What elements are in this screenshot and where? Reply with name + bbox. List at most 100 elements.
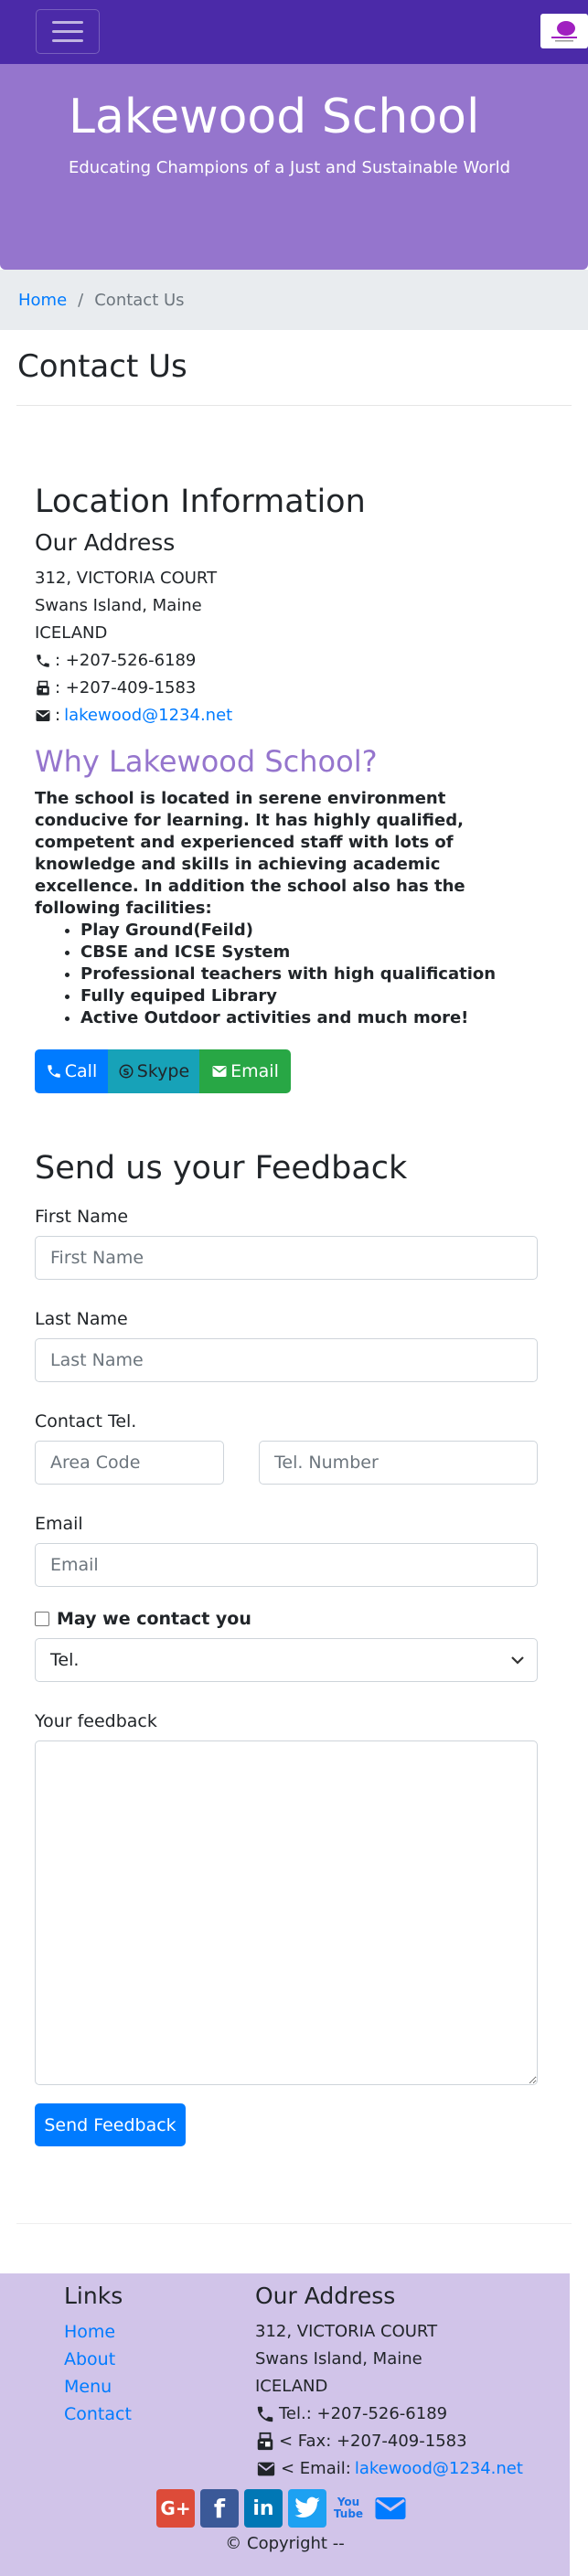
footer-email-link[interactable]: lakewood@1234.net [355,2455,523,2483]
first-name-input[interactable] [35,1236,538,1280]
footer-links-heading: Links [64,2283,123,2309]
footer-link-contact[interactable]: Contact [64,2400,132,2428]
area-code-input[interactable] [35,1441,224,1485]
phone-icon [37,655,49,667]
email-link[interactable]: lakewood@1234.net [64,702,232,729]
footer-fax-row: < Fax: +207-409-1583 [255,2428,523,2455]
why-description: The school is located in serene environm… [35,789,465,918]
footer-fax-text: < Fax: +207-409-1583 [279,2432,467,2451]
mail-icon[interactable] [370,2489,411,2528]
tel-number-input[interactable] [259,1441,538,1485]
contact-button-group: Call S Skype Email [35,1049,538,1093]
envelope-icon [257,2462,275,2476]
email-separator: : [55,706,61,725]
mail-envelope [375,2497,406,2519]
footer-link-list: Home About Menu Contact [64,2318,132,2428]
footer-tel-text: Tel.: +207-526-6189 [279,2404,448,2423]
tel-inputs [35,1441,538,1485]
email-label: Email [230,1061,279,1081]
feedback-label: Your feedback [35,1711,157,1731]
breadcrumb: Home / Contact Us [0,270,588,330]
footer-link-about[interactable]: About [64,2346,132,2373]
facilities-list: Play Ground(Feild) CBSE and ICSE System … [80,920,538,1029]
fax-icon [257,2432,273,2451]
contact-method-value: Tel. [50,1650,80,1670]
email-row: : lakewood@1234.net [35,702,538,729]
hamburger-icon[interactable] [36,9,100,54]
contact-checkbox[interactable] [35,1612,49,1626]
footer-link-menu[interactable]: Menu [64,2373,132,2400]
contact-checkbox-label: May we contact you [57,1609,251,1629]
facebook-label: f [213,2493,226,2524]
svg-text:S: S [123,1068,129,1078]
footer-address-heading: Our Address [255,2283,396,2309]
address-line-2: Swans Island, Maine [35,596,202,615]
page-title-block: Contact Us [0,330,588,385]
call-button[interactable]: Call [35,1049,108,1093]
google-plus-icon[interactable]: G+ [156,2489,195,2528]
facebook-icon[interactable]: f [200,2489,239,2528]
skype-label: Skype [136,1061,190,1081]
address-heading: Our Address [35,529,176,556]
last-name-label: Last Name [35,1309,128,1329]
footer-link-home[interactable]: Home [64,2318,132,2346]
skype-button[interactable]: S Skype [108,1049,199,1093]
list-item: Professional teachers with high qualific… [80,963,538,985]
social-links: G+ f in You Tube [156,2489,411,2528]
linkedin-icon[interactable]: in [244,2489,283,2528]
jumbotron: Lakewood School Educating Champions of a… [0,64,588,270]
contact-method-select[interactable]: Tel. [35,1638,538,1682]
email-button[interactable]: Email [199,1049,291,1093]
envelope-icon [212,1066,227,1077]
footer-address-line-3: ICELAND [255,2377,328,2396]
breadcrumb-current: Contact Us [94,290,185,310]
last-name-input[interactable] [35,1338,538,1382]
page-title: Contact Us [17,348,187,385]
email-input[interactable] [35,1543,538,1587]
send-feedback-button[interactable]: Send Feedback [35,2103,186,2146]
address-line-1: 312, VICTORIA COURT [35,569,218,588]
youtube-icon[interactable]: You Tube [332,2489,365,2528]
call-label: Call [64,1061,98,1081]
twitter-icon[interactable] [288,2489,326,2528]
footer-address-block: 312, VICTORIA COURT Swans Island, Maine … [255,2318,523,2483]
footer-address-line-2: Swans Island, Maine [255,2349,422,2368]
feedback-form: Send us your Feedback First Name Last Na… [0,1093,588,2146]
footer-links: Links Home About Menu Contact [64,2283,132,2428]
list-item: Fully equiped Library [80,985,538,1007]
tel-label: Contact Tel. [35,1411,137,1432]
navbar [0,0,588,64]
feedback-textarea[interactable] [35,1740,538,2085]
email-label: Email [35,1514,83,1534]
breadcrumb-home-link[interactable]: Home [18,291,67,310]
footer-email-row: < Email: lakewood@1234.net [255,2455,523,2483]
fax-row: : +207-409-1583 [35,675,538,702]
school-name: Lakewood School [69,90,480,144]
envelope-icon [36,710,50,721]
location-heading: Location Information [35,484,366,520]
why-section: Why Lakewood School? The school is locat… [35,744,538,1029]
twitter-bird [294,2496,320,2517]
address-block: 312, VICTORIA COURT Swans Island, Maine … [35,565,538,729]
footer-address: Our Address 312, VICTORIA COURT Swans Is… [255,2283,523,2483]
phone-text: : +207-526-6189 [55,651,197,670]
feedback-heading: Send us your Feedback [35,1150,408,1187]
copyright: © Copyright -- [225,2534,345,2553]
fax-text: : +207-409-1583 [55,678,197,697]
youtube-label: You Tube [333,2496,364,2520]
fax-icon [37,680,49,696]
phone-row: : +207-526-6189 [35,647,538,675]
phone-icon [48,1065,60,1078]
list-item: CBSE and ICSE System [80,942,538,963]
why-heading: Why Lakewood School? [35,744,378,779]
school-tagline: Educating Champions of a Just and Sustai… [69,158,511,177]
divider [16,2223,572,2224]
school-logo[interactable] [540,14,588,48]
phone-icon [257,2406,273,2422]
footer-tel-row: Tel.: +207-526-6189 [255,2400,523,2428]
google-plus-label: G+ [160,2497,191,2519]
location-section: Location Information Our Address 312, VI… [0,406,588,1093]
chevron-down-icon [511,1656,524,1665]
linkedin-label: in [252,2496,274,2520]
list-item: Play Ground(Feild) [80,920,538,942]
